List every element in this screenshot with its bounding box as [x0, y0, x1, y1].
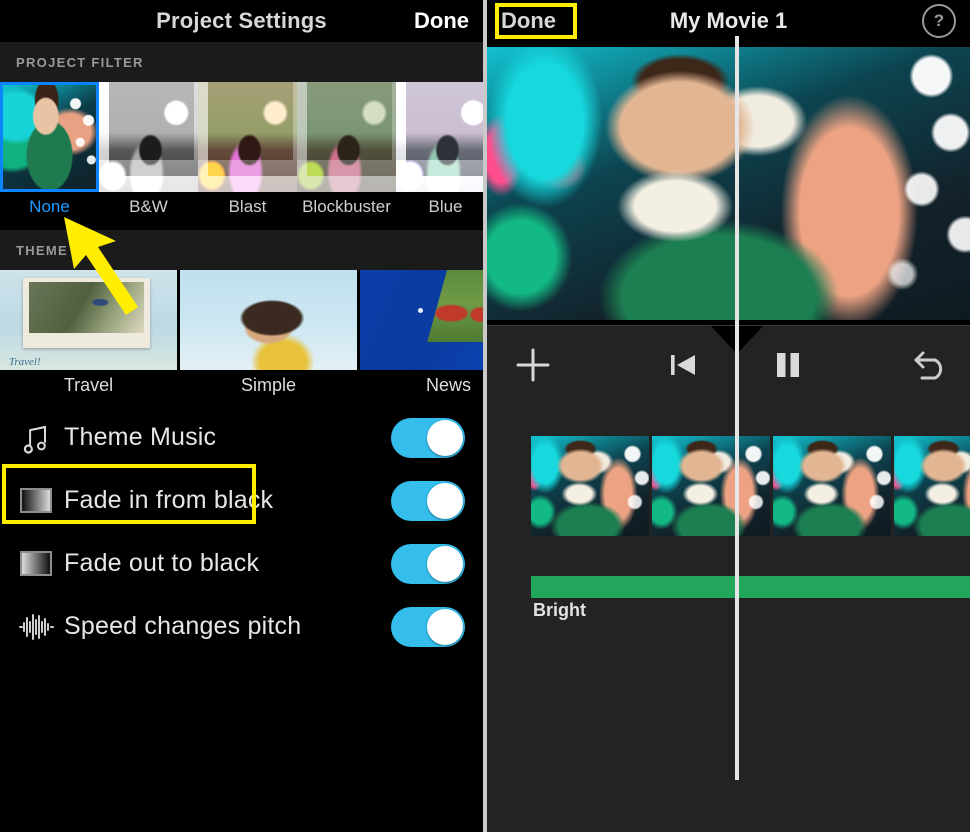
filter-thumb-blast-icon — [198, 82, 297, 192]
filmstrip-frame — [894, 436, 970, 536]
help-icon[interactable]: ? — [922, 4, 956, 38]
setting-row-fade-out[interactable]: Fade out to black — [0, 532, 483, 595]
add-media-button[interactable] — [505, 326, 561, 404]
theme-travel-caption: Travel! — [8, 356, 41, 368]
setting-label-speed-pitch: Speed changes pitch — [64, 612, 302, 640]
app-screen: Project Settings Done PROJECT FILTER Non… — [0, 0, 970, 832]
skip-to-start-icon — [671, 355, 695, 375]
project-settings-panel: Project Settings Done PROJECT FILTER Non… — [0, 0, 483, 832]
settings-done-button[interactable]: Done — [414, 8, 469, 34]
theme-item-news[interactable]: News — [360, 270, 483, 370]
movie-editor-panel: Done My Movie 1 ? Bright — [487, 0, 970, 832]
waveform-icon — [14, 613, 58, 641]
setting-label-fade-in: Fade in from black — [64, 486, 274, 514]
plus-icon — [516, 348, 550, 382]
theme-label-news[interactable]: News — [360, 370, 483, 406]
toggle-knob — [427, 545, 463, 582]
theme-item-travel[interactable]: Travel! — [0, 270, 177, 370]
movie-title: My Movie 1 — [669, 8, 788, 33]
toggle-fade-out[interactable] — [391, 543, 465, 584]
theme-section-label: THEME — [16, 242, 68, 258]
page-title: Project Settings — [156, 8, 327, 33]
filter-thumb-blue-icon — [396, 82, 483, 192]
playhead-line[interactable] — [735, 36, 739, 780]
filter-label-blockbuster[interactable]: Blockbuster — [297, 192, 396, 230]
filter-thumb-bw-icon — [99, 82, 198, 192]
undo-icon — [914, 351, 943, 380]
filter-item-bw[interactable] — [99, 82, 198, 192]
setting-label-fade-out: Fade out to black — [64, 549, 260, 577]
skip-to-start-button[interactable] — [659, 326, 709, 404]
settings-toggle-list: Theme Music Fade in from black Fade out … — [0, 406, 483, 658]
setting-label-theme-music: Theme Music — [64, 423, 217, 451]
audio-clip-bright[interactable] — [531, 576, 970, 598]
timeline[interactable]: Bright — [487, 404, 970, 832]
preview-frame-image — [487, 42, 970, 325]
theme-label-travel[interactable]: Travel — [0, 370, 177, 406]
filter-item-blue[interactable] — [396, 82, 483, 192]
editor-navbar: Done My Movie 1 ? — [487, 0, 970, 42]
theme-section-header: THEME — [0, 230, 483, 270]
filter-label-none[interactable]: None — [0, 192, 99, 230]
project-filter-labels: None B&W Blast Blockbuster Blue — [0, 192, 483, 230]
theme-item-simple[interactable] — [180, 270, 357, 370]
toggle-fade-in[interactable] — [391, 480, 465, 521]
filter-item-none[interactable] — [0, 82, 99, 192]
setting-row-theme-music[interactable]: Theme Music — [0, 406, 483, 469]
project-filter-section-label: PROJECT FILTER — [16, 54, 144, 70]
filter-item-blockbuster[interactable] — [297, 82, 396, 192]
filter-label-bw[interactable]: B&W — [99, 192, 198, 230]
pause-icon — [777, 353, 799, 377]
toggle-knob — [427, 419, 463, 456]
music-note-icon — [14, 422, 58, 454]
toggle-theme-music[interactable] — [391, 417, 465, 458]
video-preview[interactable] — [487, 42, 970, 325]
filmstrip-frame — [652, 436, 770, 536]
audio-clip-label: Bright — [533, 600, 586, 620]
filter-thumb-blockbuster-icon — [297, 82, 396, 192]
theme-thumb-travel-icon: Travel! — [0, 270, 177, 370]
setting-row-fade-in[interactable]: Fade in from black — [0, 469, 483, 532]
project-filter-section-header: PROJECT FILTER — [0, 42, 483, 82]
theme-strip[interactable]: Travel! News — [0, 270, 483, 370]
setting-row-speed-pitch[interactable]: Speed changes pitch — [0, 595, 483, 658]
filmstrip-frame — [531, 436, 649, 536]
news-map-dot-icon — [418, 308, 424, 313]
fade-out-icon — [14, 551, 58, 576]
theme-label-simple[interactable]: Simple — [180, 370, 357, 406]
editor-done-button[interactable]: Done — [501, 8, 556, 34]
undo-button[interactable] — [902, 326, 960, 404]
settings-navbar: Project Settings Done — [0, 0, 483, 42]
toggle-knob — [427, 482, 463, 519]
filter-item-blast[interactable] — [198, 82, 297, 192]
timeline-toolbar — [487, 325, 970, 404]
filter-thumb-none-icon — [0, 82, 99, 192]
theme-labels: Travel Simple News — [0, 370, 483, 406]
help-icon-glyph: ? — [933, 11, 945, 30]
filmstrip-frame — [773, 436, 891, 536]
project-filter-strip[interactable] — [0, 82, 483, 192]
filter-label-blast[interactable]: Blast — [198, 192, 297, 230]
fade-in-icon — [14, 488, 58, 513]
video-clip-filmstrip[interactable] — [531, 436, 970, 536]
pause-button[interactable] — [762, 326, 814, 404]
theme-thumb-news-icon: News — [360, 270, 483, 370]
filter-label-blue[interactable]: Blue — [396, 192, 483, 230]
theme-thumb-simple-icon — [180, 270, 357, 370]
toggle-speed-pitch[interactable] — [391, 606, 465, 647]
toggle-knob — [427, 608, 463, 645]
